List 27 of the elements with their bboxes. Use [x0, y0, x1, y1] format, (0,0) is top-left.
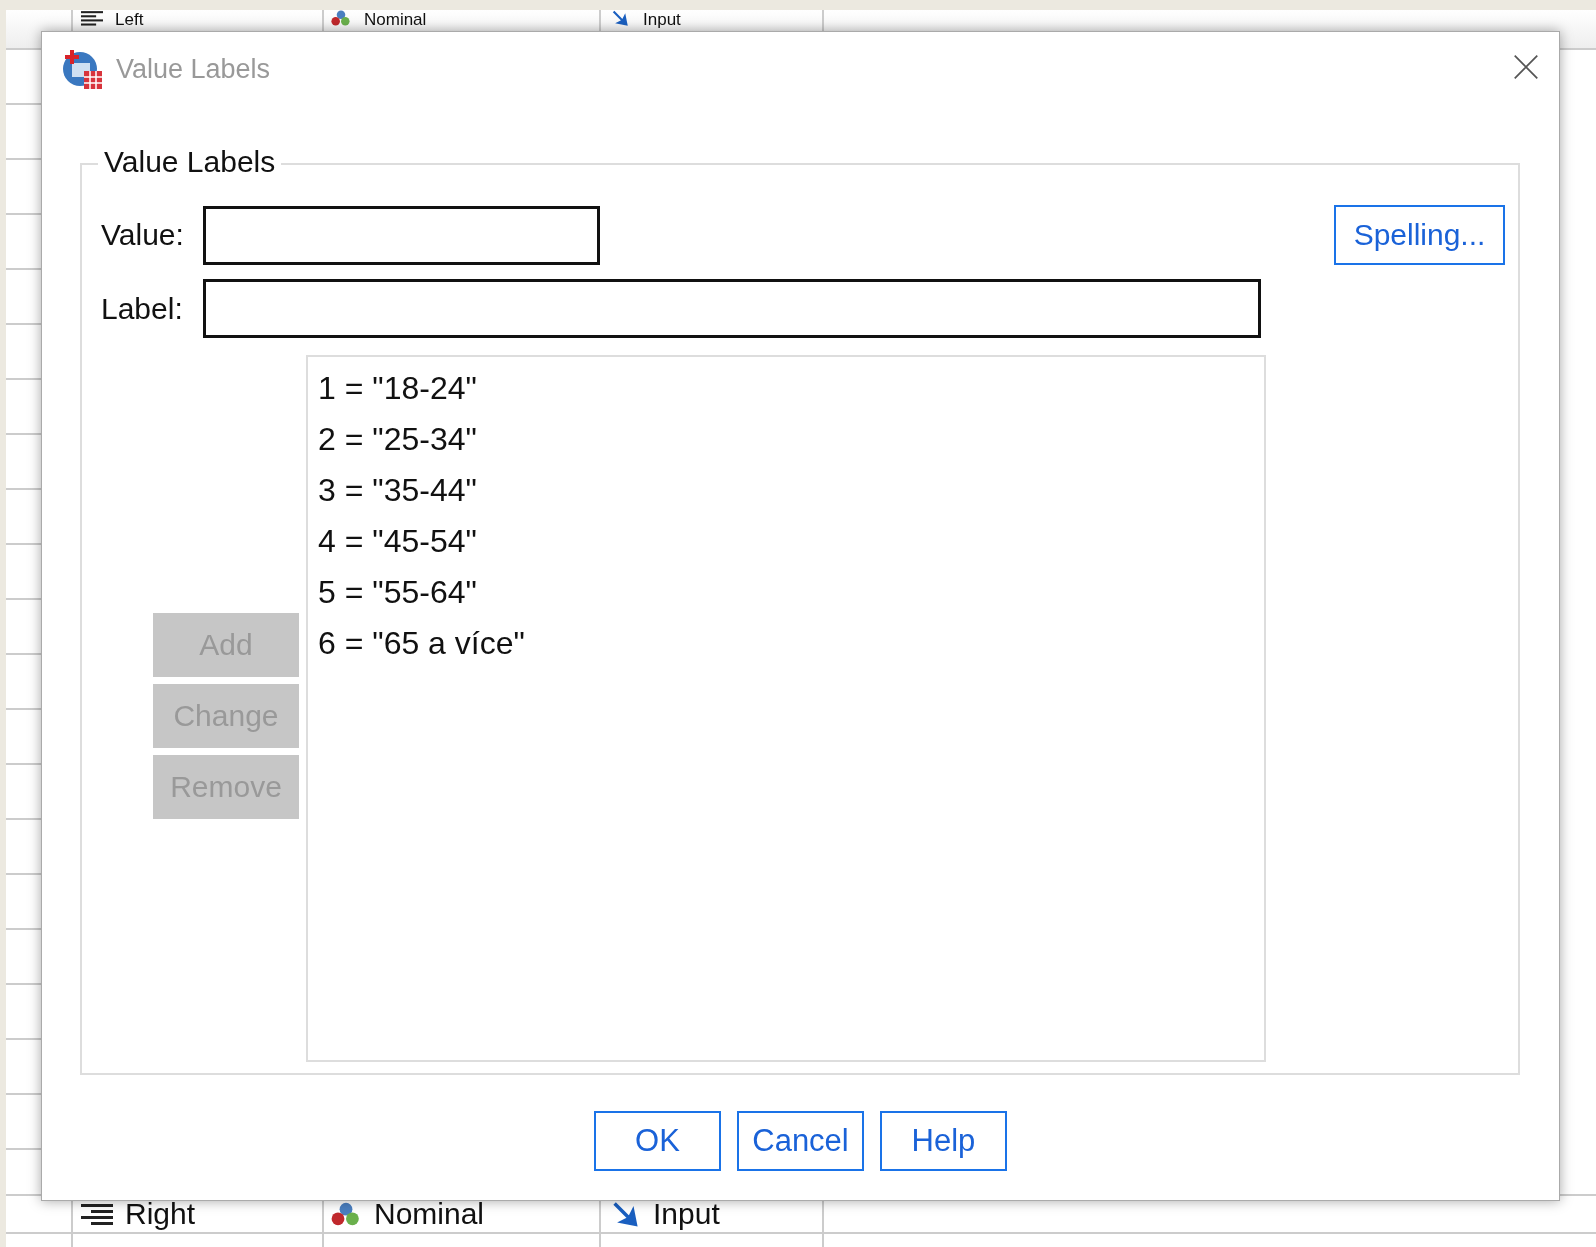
app-icon — [62, 49, 102, 89]
list-item[interactable]: 1 = "18-24" — [316, 363, 1256, 414]
field-label: Label: — [101, 291, 184, 326]
dialog-button[interactable]: OK — [594, 1111, 721, 1171]
list-item[interactable]: 3 = "35-44" — [316, 465, 1256, 516]
role-text: Input — [643, 10, 681, 29]
nominal-icon — [330, 1201, 362, 1227]
list-item[interactable]: 5 = "55-64" — [316, 567, 1256, 618]
measure-text: Nominal — [374, 1197, 485, 1231]
close-icon[interactable] — [1513, 54, 1539, 80]
field-label: Value: — [101, 218, 185, 252]
dialog-button[interactable]: Cancel — [737, 1111, 864, 1171]
align-right-icon — [81, 1201, 113, 1227]
align-left-icon — [81, 10, 103, 26]
window-title: Value Labels — [116, 53, 272, 85]
measure-text: Nominal — [364, 10, 427, 29]
label-field[interactable] — [203, 279, 1261, 338]
alignment-text: Right — [125, 1197, 196, 1231]
spelling-button[interactable]: Spelling... — [1334, 205, 1505, 265]
role-text: Input — [653, 1197, 720, 1231]
list-item[interactable]: 6 = "65 a více" — [316, 618, 1256, 669]
list-item[interactable]: 4 = "45-54" — [316, 516, 1256, 567]
alignment-text: Left — [115, 10, 144, 29]
value-field[interactable] — [203, 205, 600, 265]
nominal-icon — [330, 10, 352, 26]
dialog-button[interactable]: Help — [880, 1111, 1007, 1171]
list-item[interactable]: 2 = "25-34" — [316, 414, 1256, 465]
